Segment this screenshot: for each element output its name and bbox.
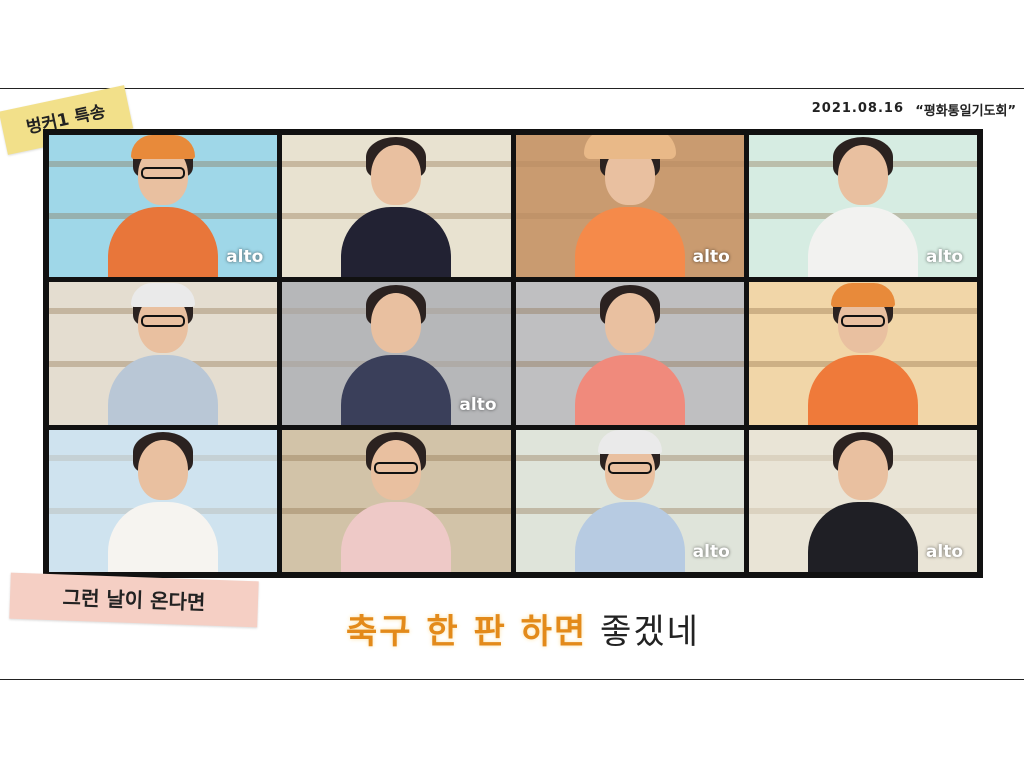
- participant-face: [837, 145, 888, 206]
- participant-tile: [49, 429, 278, 572]
- participant-face: [138, 439, 189, 500]
- participant-tile: [515, 282, 744, 425]
- glasses-icon: [141, 167, 186, 180]
- participant-tile: alto: [49, 135, 278, 278]
- participant-shirt: [108, 207, 219, 278]
- participant-shirt: [108, 501, 219, 572]
- event-title: “평화통일기도회”: [915, 104, 1016, 119]
- participant-tile: alto: [282, 282, 511, 425]
- voice-part-label: alto: [226, 247, 264, 268]
- participant-tile: [748, 282, 977, 425]
- cap-icon: [131, 282, 196, 307]
- participant-shirt: [341, 207, 452, 278]
- lyric-subtitle: 축구 한 판 하면 좋겠네: [346, 604, 700, 653]
- participant-shirt: [574, 501, 685, 572]
- participant-tile: alto: [748, 135, 977, 278]
- participant-tile: [282, 135, 511, 278]
- song-title-label: 그런 날이 온다면: [62, 585, 206, 615]
- voice-part-label: alto: [459, 394, 497, 415]
- participant-tile: alto: [748, 429, 977, 572]
- participant-shirt: [807, 501, 918, 572]
- song-title-tag: 그런 날이 온다면: [9, 572, 259, 628]
- cap-icon: [830, 282, 895, 307]
- participant-shirt: [807, 354, 918, 425]
- broadcast-date: 2021.08.16: [811, 101, 904, 116]
- participant-avatar: [103, 282, 223, 425]
- participant-avatar: [570, 282, 690, 425]
- participant-video-grid: alto alto alto alto alto alto: [43, 129, 983, 578]
- glasses-icon: [840, 314, 885, 327]
- participant-avatar: [570, 429, 690, 572]
- participant-tile: alto: [515, 429, 744, 572]
- participant-shirt: [341, 354, 452, 425]
- participant-avatar: [103, 430, 223, 572]
- participant-face: [837, 439, 888, 500]
- participant-avatar: [803, 430, 923, 572]
- bottom-border-line: [0, 679, 1024, 680]
- participant-shirt: [807, 207, 918, 278]
- lyric-highlight: 축구 한 판 하면: [346, 612, 588, 652]
- cap-icon: [597, 429, 662, 454]
- participant-avatar: [803, 135, 923, 278]
- participant-avatar: [570, 135, 690, 278]
- participant-avatar: [336, 135, 456, 278]
- voice-part-label: alto: [925, 247, 963, 268]
- participant-tile: [49, 282, 278, 425]
- cowboy-hat-icon: [583, 135, 676, 160]
- participant-face: [604, 292, 655, 353]
- participant-avatar: [336, 430, 456, 572]
- glasses-icon: [374, 461, 419, 474]
- voice-part-label: alto: [692, 541, 730, 562]
- cap-icon: [131, 135, 196, 160]
- voice-part-label: alto: [925, 541, 963, 562]
- participant-shirt: [341, 501, 452, 572]
- participant-face: [371, 145, 422, 206]
- participant-face: [371, 292, 422, 353]
- lyric-rest: 좋겠네: [587, 612, 700, 652]
- participant-shirt: [574, 354, 685, 425]
- participant-avatar: [103, 135, 223, 278]
- participant-avatar: [803, 282, 923, 425]
- participant-shirt: [108, 354, 219, 425]
- participant-tile: alto: [515, 135, 744, 278]
- participant-shirt: [574, 207, 685, 278]
- glasses-icon: [141, 314, 186, 327]
- voice-part-label: alto: [692, 247, 730, 268]
- participant-tile: [282, 429, 511, 572]
- glasses-icon: [607, 461, 652, 474]
- participant-avatar: [336, 282, 456, 425]
